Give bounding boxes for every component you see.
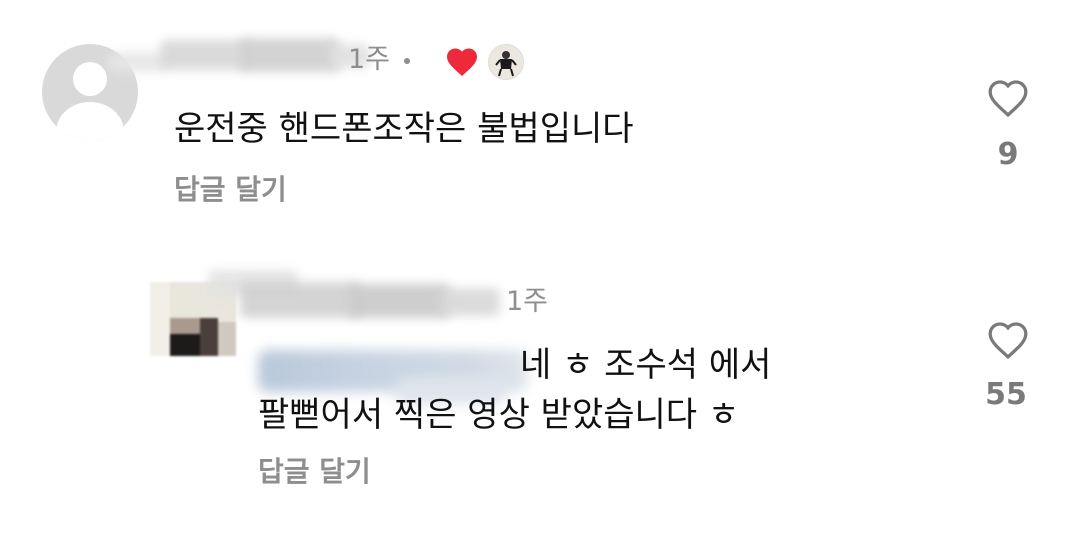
reply-button[interactable]: 답글 달기 bbox=[174, 176, 287, 204]
comment-meta: 1주 bbox=[348, 46, 426, 73]
like-count: 9 bbox=[997, 137, 1019, 172]
reply-button[interactable]: 답글 달기 bbox=[258, 458, 371, 486]
comment-text-line2: 팔뻗어서 찍은 영상 받았습니다 ㅎ bbox=[258, 395, 740, 435]
creator-avatar bbox=[488, 44, 524, 80]
like-count: 55 bbox=[985, 377, 1027, 412]
separator-dot bbox=[404, 57, 411, 64]
creator-heart-filled-icon bbox=[447, 48, 477, 76]
like-heart-outline-icon[interactable] bbox=[986, 78, 1030, 118]
comment-time: 1주 bbox=[506, 286, 549, 317]
comment-time: 1주 bbox=[348, 44, 391, 75]
comment-text-line1: 네 ㅎ 조수석 에서 bbox=[520, 345, 772, 385]
like-heart-outline-icon[interactable] bbox=[986, 320, 1030, 360]
comment-text: 운전중 핸드폰조작은 불법입니다 bbox=[174, 109, 634, 149]
